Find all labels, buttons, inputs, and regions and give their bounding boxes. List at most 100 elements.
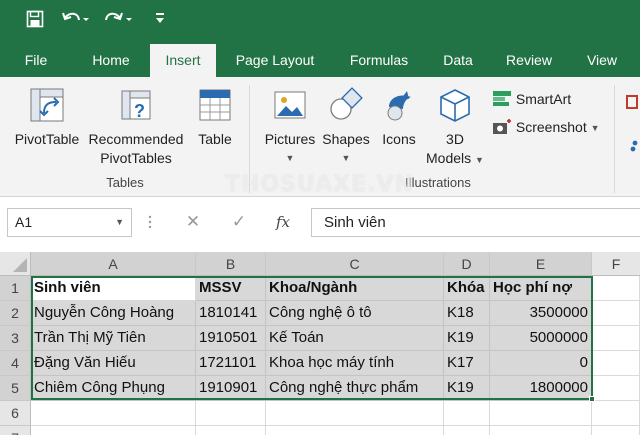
cell-a6[interactable]	[31, 401, 196, 426]
row-header-6[interactable]: 6	[0, 401, 31, 426]
name-box[interactable]: A1 ▼	[7, 208, 132, 237]
3d-models-label-1: 3D	[446, 131, 464, 147]
pictures-button[interactable]: Pictures ▼	[262, 87, 318, 168]
cell-c4[interactable]: Khoa học máy tính	[266, 351, 444, 376]
tab-view[interactable]: View	[574, 44, 630, 77]
redo-icon[interactable]	[103, 10, 133, 32]
cell-e5[interactable]: 1800000	[490, 376, 592, 401]
column-header-e[interactable]: E	[490, 252, 592, 276]
fill-handle[interactable]	[589, 396, 595, 402]
tab-insert[interactable]: Insert	[150, 44, 216, 77]
recommended-pivottables-label-1: Recommended	[88, 131, 184, 147]
3d-models-label-2: Models ▼	[422, 149, 488, 170]
cell-e6[interactable]	[490, 401, 592, 426]
cell-b5[interactable]: 1910901	[196, 376, 266, 401]
cell-d5[interactable]: K19	[444, 376, 490, 401]
tab-data[interactable]: Data	[432, 44, 484, 77]
cell-c6[interactable]	[266, 401, 444, 426]
column-header-c[interactable]: C	[266, 252, 444, 276]
cell-a7[interactable]	[31, 426, 196, 435]
icons-button[interactable]: Icons	[376, 87, 422, 149]
cell-a2[interactable]: Nguyễn Công Hoàng	[31, 301, 196, 326]
cell-e2[interactable]: 3500000	[490, 301, 592, 326]
cell-b3[interactable]: 1910501	[196, 326, 266, 351]
row-header-1[interactable]: 1	[0, 276, 31, 301]
cell-f2[interactable]	[592, 301, 640, 326]
cell-e7[interactable]	[490, 426, 592, 435]
screenshot-button[interactable]: Screenshot ▼	[492, 117, 602, 138]
shapes-dropdown-icon: ▼	[341, 153, 351, 163]
cell-b2[interactable]: 1810141	[196, 301, 266, 326]
tab-review[interactable]: Review	[499, 44, 559, 77]
worksheet-grid[interactable]: A B C D E F 1 2 3 4 5 6 7 Sinh viên MSSV…	[0, 250, 640, 435]
row-header-2[interactable]: 2	[0, 301, 31, 326]
name-box-dropdown-icon[interactable]: ▼	[115, 209, 124, 236]
cell-d6[interactable]	[444, 401, 490, 426]
column-header-a[interactable]: A	[31, 252, 196, 276]
row-header-7[interactable]: 7	[0, 426, 31, 435]
tab-file[interactable]: File	[13, 44, 59, 77]
smartart-button[interactable]: SmartArt	[492, 89, 582, 109]
formula-bar-grip-icon[interactable]	[148, 214, 152, 230]
camera-icon	[493, 119, 511, 135]
select-all-corner[interactable]	[0, 252, 31, 276]
cell-c7[interactable]	[266, 426, 444, 435]
cell-b1[interactable]: MSSV	[196, 276, 266, 301]
formula-input[interactable]: Sinh viên	[311, 208, 640, 237]
recommended-pivottables-button[interactable]: ? Recommended PivotTables	[86, 87, 186, 168]
customize-qat-icon[interactable]	[152, 10, 168, 32]
watermark: THOSUAXE.VN	[225, 172, 414, 197]
row-header-5[interactable]: 5	[0, 376, 31, 401]
save-icon[interactable]	[24, 10, 46, 32]
cell-d7[interactable]	[444, 426, 490, 435]
cell-f3[interactable]	[592, 326, 640, 351]
name-box-value: A1	[15, 214, 33, 230]
partial-ribbon-dots-icon[interactable]	[630, 139, 640, 152]
cell-a3[interactable]: Trần Thị Mỹ Tiên	[31, 326, 196, 351]
cell-e1[interactable]: Học phí nợ	[490, 276, 592, 301]
pictures-icon	[274, 91, 306, 119]
cell-b4[interactable]: 1721101	[196, 351, 266, 376]
enter-icon[interactable]: ✓	[224, 209, 254, 235]
cell-a5[interactable]: Chiêm Công Phụng	[31, 376, 196, 401]
tab-page-layout[interactable]: Page Layout	[226, 44, 324, 77]
cell-f7[interactable]	[592, 426, 640, 435]
undo-icon[interactable]	[60, 10, 90, 32]
cell-c3[interactable]: Kế Toán	[266, 326, 444, 351]
cell-f6[interactable]	[592, 401, 640, 426]
cell-c1[interactable]: Khoa/Ngành	[266, 276, 444, 301]
3d-models-button[interactable]: 3D Models ▼	[422, 87, 488, 170]
tab-home[interactable]: Home	[79, 44, 143, 77]
row-header-4[interactable]: 4	[0, 351, 31, 376]
cell-f4[interactable]	[592, 351, 640, 376]
cell-a1[interactable]: Sinh viên	[31, 276, 196, 301]
cell-d3[interactable]: K19	[444, 326, 490, 351]
tab-formulas[interactable]: Formulas	[338, 44, 420, 77]
cell-f5[interactable]	[592, 376, 640, 401]
cell-f1[interactable]	[592, 276, 640, 301]
column-header-d[interactable]: D	[444, 252, 490, 276]
shapes-button[interactable]: Shapes ▼	[320, 87, 372, 168]
cell-a4[interactable]: Đặng Văn Hiếu	[31, 351, 196, 376]
table-button[interactable]: Table	[192, 87, 238, 149]
cell-c5[interactable]: Công nghệ thực phẩm	[266, 376, 444, 401]
screenshot-dropdown-icon: ▼	[590, 123, 600, 133]
cell-b6[interactable]	[196, 401, 266, 426]
column-header-f[interactable]: F	[592, 252, 640, 276]
cell-d4[interactable]: K17	[444, 351, 490, 376]
shapes-icon	[330, 87, 363, 120]
recommended-pivottables-label-2: PivotTables	[100, 150, 172, 166]
cell-c2[interactable]: Công nghệ ô tô	[266, 301, 444, 326]
partial-ribbon-icon[interactable]	[626, 95, 638, 109]
cell-b7[interactable]	[196, 426, 266, 435]
insert-function-icon[interactable]: fx	[268, 209, 298, 235]
cell-e4[interactable]: 0	[490, 351, 592, 376]
column-header-b[interactable]: B	[196, 252, 266, 276]
row-header-3[interactable]: 3	[0, 326, 31, 351]
pivottable-button[interactable]: PivotTable	[8, 87, 86, 149]
cancel-icon[interactable]: ✕	[178, 209, 208, 235]
cell-e3[interactable]: 5000000	[490, 326, 592, 351]
cell-d1[interactable]: Khóa	[444, 276, 490, 301]
cell-d2[interactable]: K18	[444, 301, 490, 326]
pivottable-label: PivotTable	[14, 131, 80, 147]
